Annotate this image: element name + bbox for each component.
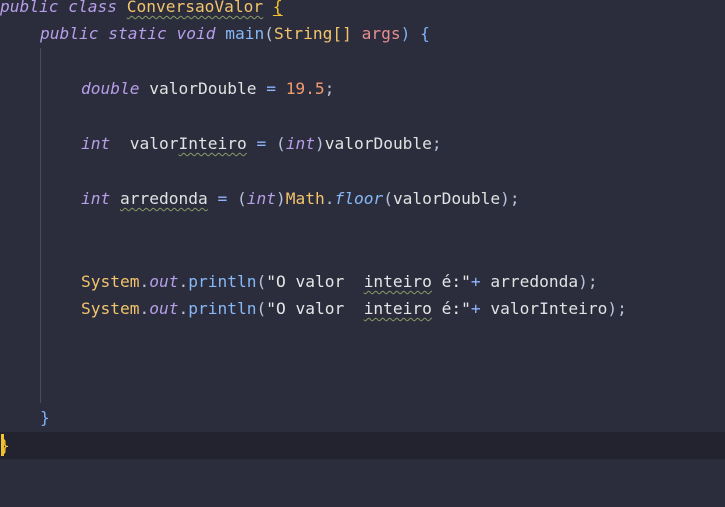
type-int: int bbox=[81, 189, 111, 208]
string-squiggle: inteiro bbox=[363, 272, 432, 291]
var-arredonda: arredonda bbox=[120, 189, 208, 208]
call-close: ); bbox=[607, 299, 627, 318]
call-open: ( bbox=[383, 189, 393, 208]
cast-type-int: int bbox=[285, 134, 315, 153]
assign-operator: = bbox=[217, 189, 228, 208]
keyword-static: static bbox=[108, 24, 167, 43]
var-valorInteiro-prefix: valor bbox=[129, 134, 179, 153]
paren-open: ( bbox=[275, 134, 286, 153]
keyword-public: public bbox=[40, 24, 99, 43]
field-out: out bbox=[149, 299, 179, 318]
paren-close: ) bbox=[275, 189, 286, 208]
method-close-brace: } bbox=[40, 408, 50, 427]
keyword-public: public bbox=[0, 0, 59, 16]
keyword-void: void bbox=[176, 24, 216, 43]
assign-operator: = bbox=[266, 79, 276, 98]
current-line-highlight bbox=[0, 432, 725, 459]
code-line-main-signature[interactable]: public static void main(String[] args) { bbox=[40, 20, 430, 47]
param-name: args bbox=[361, 24, 401, 43]
semicolon: ; bbox=[324, 79, 335, 98]
assign-operator: = bbox=[256, 134, 267, 153]
call-open: ( bbox=[256, 299, 267, 318]
code-line-int-cast[interactable]: int valorInteiro = (int)valorDouble; bbox=[81, 130, 442, 157]
class-open-brace: { bbox=[272, 0, 283, 16]
class-name: ConversaoValor bbox=[126, 0, 264, 16]
number-literal: 19.5 bbox=[285, 79, 325, 98]
dot: . bbox=[139, 299, 150, 318]
class-math: Math bbox=[285, 189, 325, 208]
var-valorDouble: valorDouble bbox=[149, 79, 257, 98]
operand-valorDouble: valorDouble bbox=[324, 134, 432, 153]
call-open: ( bbox=[256, 272, 267, 291]
code-line-floor[interactable]: int arredonda = (int)Math.floor(valorDou… bbox=[81, 185, 520, 212]
method-name: main bbox=[225, 24, 265, 43]
string-part-1: "O valor bbox=[266, 272, 364, 291]
dot: . bbox=[178, 272, 189, 291]
class-system: System bbox=[81, 299, 140, 318]
text-caret bbox=[1, 434, 4, 456]
string-part-2: é:" bbox=[431, 272, 471, 291]
code-editor[interactable]: public class ConversaoValor { public sta… bbox=[0, 0, 725, 507]
method-floor: floor bbox=[334, 189, 384, 208]
code-line-println-1[interactable]: System.out.println("O valor inteiro é:"+… bbox=[81, 268, 598, 295]
string-part-2: é:" bbox=[431, 299, 471, 318]
dot: . bbox=[324, 189, 335, 208]
code-line-method-close[interactable]: } bbox=[40, 404, 50, 431]
code-line-class-declaration[interactable]: public class ConversaoValor { bbox=[0, 0, 283, 20]
plus-operator: + bbox=[470, 272, 481, 291]
code-line-println-2[interactable]: System.out.println("O valor inteiro é:"+… bbox=[81, 295, 627, 322]
paren-close-brace: ) { bbox=[400, 24, 430, 43]
paren-open: ( bbox=[264, 24, 274, 43]
method-println: println bbox=[188, 272, 257, 291]
keyword-class: class bbox=[68, 0, 117, 16]
param-type: String[] bbox=[273, 24, 352, 43]
arg-valorInteiro: valorInteiro bbox=[490, 299, 608, 318]
dot: . bbox=[178, 299, 189, 318]
call-close: ); bbox=[500, 189, 520, 208]
cast-type-int: int bbox=[246, 189, 276, 208]
plus-operator: + bbox=[470, 299, 481, 318]
dot: . bbox=[139, 272, 150, 291]
call-close: ); bbox=[578, 272, 598, 291]
arg-valorDouble: valorDouble bbox=[392, 189, 501, 208]
semicolon: ; bbox=[431, 134, 442, 153]
type-int: int bbox=[81, 134, 111, 153]
paren-close: ) bbox=[314, 134, 325, 153]
method-println: println bbox=[188, 299, 257, 318]
string-squiggle: inteiro bbox=[363, 299, 432, 318]
var-valorInteiro-squiggle: Inteiro bbox=[178, 134, 247, 153]
class-system: System bbox=[81, 272, 140, 291]
field-out: out bbox=[149, 272, 179, 291]
code-line-double-decl[interactable]: double valorDouble = 19.5; bbox=[81, 75, 334, 102]
string-part-1: "O valor bbox=[266, 299, 364, 318]
paren-open: ( bbox=[236, 189, 247, 208]
arg-arredonda: arredonda bbox=[490, 272, 579, 291]
type-double: double bbox=[81, 79, 140, 98]
indent-guide bbox=[40, 48, 41, 403]
